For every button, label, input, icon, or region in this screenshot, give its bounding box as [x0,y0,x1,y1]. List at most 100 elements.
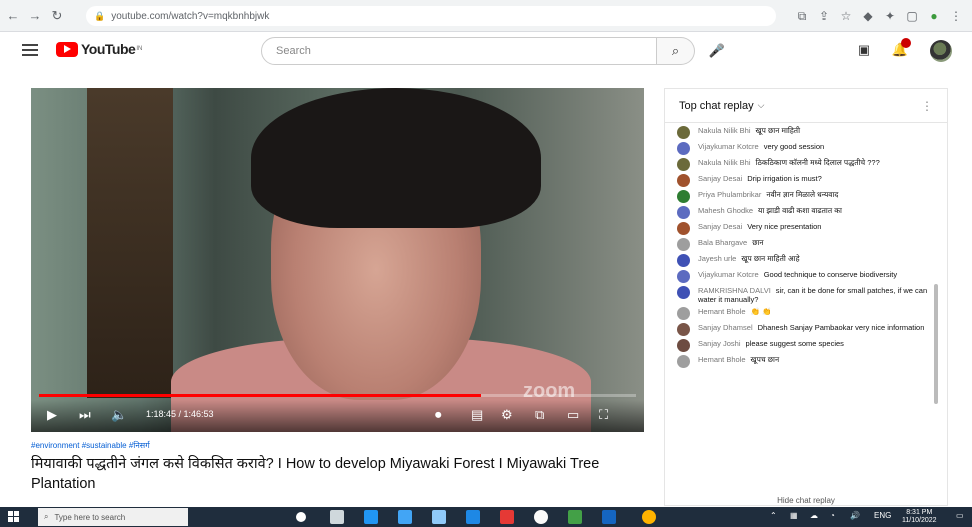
chat-author-avatar[interactable] [677,158,690,171]
chat-message-text: Drip irrigation is must? [747,174,822,183]
taskbar-search-input[interactable]: ⌕ Type here to search [38,508,188,526]
chat-author-name[interactable]: Sanjay Joshi [698,339,741,348]
windows-start-icon[interactable] [8,511,20,523]
chrome-active-icon[interactable] [642,510,656,524]
chat-message: Hemant Bhole 👏 👏 [665,304,935,320]
chat-author-avatar[interactable] [677,339,690,352]
powerpoint-icon[interactable] [500,510,514,524]
user-avatar[interactable] [930,40,952,62]
mail-icon[interactable] [466,510,480,524]
share-icon[interactable]: ⇪ [816,8,832,24]
edge-icon[interactable] [364,510,378,524]
reload-icon[interactable]: ↻ [48,7,66,25]
chat-author-avatar[interactable] [677,142,690,155]
taskbar-clock[interactable]: 8:31 PM 11/10/2022 [902,509,937,525]
chat-message: Mahesh Ghodke या झाडी वाढी कशा वाढतात का [665,203,935,219]
chat-author-avatar[interactable] [677,355,690,368]
cortana-icon[interactable] [296,512,306,522]
video-hashtags[interactable]: #environment #sustainable #निसर्ग [31,440,150,451]
language-indicator[interactable]: ENG [874,511,891,520]
chat-author-avatar[interactable] [677,238,690,251]
chat-author-name[interactable]: Nakula Nilik Bhi [698,158,751,167]
chat-message-text: खूपच छान [750,355,780,364]
taskbar-search-placeholder: Type here to search [54,512,126,522]
search-button[interactable]: ⌕ [657,37,695,65]
chat-author-name[interactable]: Mahesh Ghodke [698,206,753,215]
create-video-icon[interactable]: ▣ [854,40,874,60]
puzzle-icon[interactable]: ✦ [882,8,898,24]
menu-hamburger-icon[interactable] [22,44,38,56]
star-icon[interactable]: ☆ [838,8,854,24]
tray-onedrive-icon[interactable]: ☁ [810,511,818,520]
tray-app-icon[interactable]: ▦ [790,511,798,520]
chat-header-label: Top chat replay [679,99,754,112]
profile-icon[interactable]: ● [926,8,942,24]
chat-message-text: खूप छान माहिती आहे [741,254,800,263]
chat-author-avatar[interactable] [677,190,690,203]
store-icon[interactable] [398,510,412,524]
wifi-icon[interactable]: ◔ [830,511,835,520]
search-input[interactable]: Search [261,37,657,65]
chat-more-icon[interactable]: ⋮ [921,99,933,113]
subtitles-icon[interactable]: ▤ [471,406,483,424]
chat-author-avatar[interactable] [677,270,690,283]
address-bar[interactable]: 🔒 youtube.com/watch?v=mqkbnhbjwk [86,6,776,26]
chat-author-name[interactable]: Sanjay Desai [698,222,742,231]
chat-message: RAMKRISHNA DALVI sir, can it be done for … [665,283,935,304]
translate-icon[interactable]: ⧉ [794,8,810,24]
chat-message: Sanjay Desai Drip irrigation is must? [665,171,935,187]
extension-icon[interactable]: ◆ [860,8,876,24]
play-icon[interactable]: ▶ [47,406,57,424]
theater-mode-icon[interactable]: ▭ [567,406,579,424]
miniplayer-icon[interactable]: ⧉ [535,406,544,424]
chat-scrollbar[interactable] [934,284,938,404]
word-icon[interactable] [602,510,616,524]
chat-author-name[interactable]: Nakula Nilik Bhi [698,126,751,135]
lock-icon: 🔒 [94,10,106,21]
volume-icon[interactable]: 🔈 [111,406,127,424]
chat-author-name[interactable]: Vijaykumar Kotcre [698,142,759,151]
chat-author-name[interactable]: Priya Phulambrikar [698,190,761,199]
chat-author-name[interactable]: RAMKRISHNA DALVI [698,286,771,295]
chat-author-name[interactable]: Vijaykumar Kotcre [698,270,759,279]
chat-author-name[interactable]: Bala Bhargave [698,238,747,247]
chat-author-avatar[interactable] [677,307,690,320]
menu-icon[interactable]: ⋮ [948,8,964,24]
fullscreen-icon[interactable]: ⛶ [599,406,608,424]
chat-author-name[interactable]: Jayesh urle [698,254,736,263]
chat-author-avatar[interactable] [677,126,690,139]
chat-author-name[interactable]: Hemant Bhole [698,355,746,364]
chat-author-avatar[interactable] [677,222,690,235]
youtube-logo[interactable]: YouTube IN [56,41,142,57]
window-icon[interactable]: ▢ [904,8,920,24]
task-view-icon[interactable] [330,510,344,524]
chat-message: Sanjay Joshi please suggest some species [665,336,935,352]
chat-message-text: please suggest some species [745,339,844,348]
chat-author-name[interactable]: Hemant Bhole [698,307,746,316]
hide-chat-replay-button[interactable]: Hide chat replay [664,496,948,505]
file-explorer-icon[interactable] [432,510,446,524]
chat-author-name[interactable]: Sanjay Dhamsel [698,323,753,332]
settings-gear-icon[interactable]: ⚙ [501,406,513,424]
video-player[interactable]: zoom ▶ ⏭ 🔈 1:18:45 / 1:46:53 ⏺ ▤ ⚙ ⧉ ▭ ⛶ [31,88,644,432]
video-progress-fill [39,394,481,397]
chat-header[interactable]: Top chat replay ⌵ ⋮ [665,89,947,123]
notification-center-icon[interactable]: ▭ [956,511,964,520]
chat-author-avatar[interactable] [677,286,690,299]
back-icon[interactable]: ← [4,7,22,25]
mic-icon[interactable]: 🎤 [704,38,730,64]
next-icon[interactable]: ⏭ [79,406,91,424]
speaker-icon[interactable]: 🔊 [850,511,860,520]
chat-author-name[interactable]: Sanjay Desai [698,174,742,183]
chat-author-avatar[interactable] [677,254,690,267]
chrome-taskbar-icon[interactable] [534,510,548,524]
tray-chevron-icon[interactable]: ⌃ [770,511,777,520]
youtube-logo-country: IN [136,46,143,52]
video-progress-bar[interactable] [39,394,636,397]
autoplay-toggle-icon[interactable]: ⏺ [435,406,442,424]
excel-icon[interactable] [568,510,582,524]
forward-icon[interactable]: → [26,7,44,25]
chat-author-avatar[interactable] [677,206,690,219]
chat-author-avatar[interactable] [677,323,690,336]
chat-author-avatar[interactable] [677,174,690,187]
